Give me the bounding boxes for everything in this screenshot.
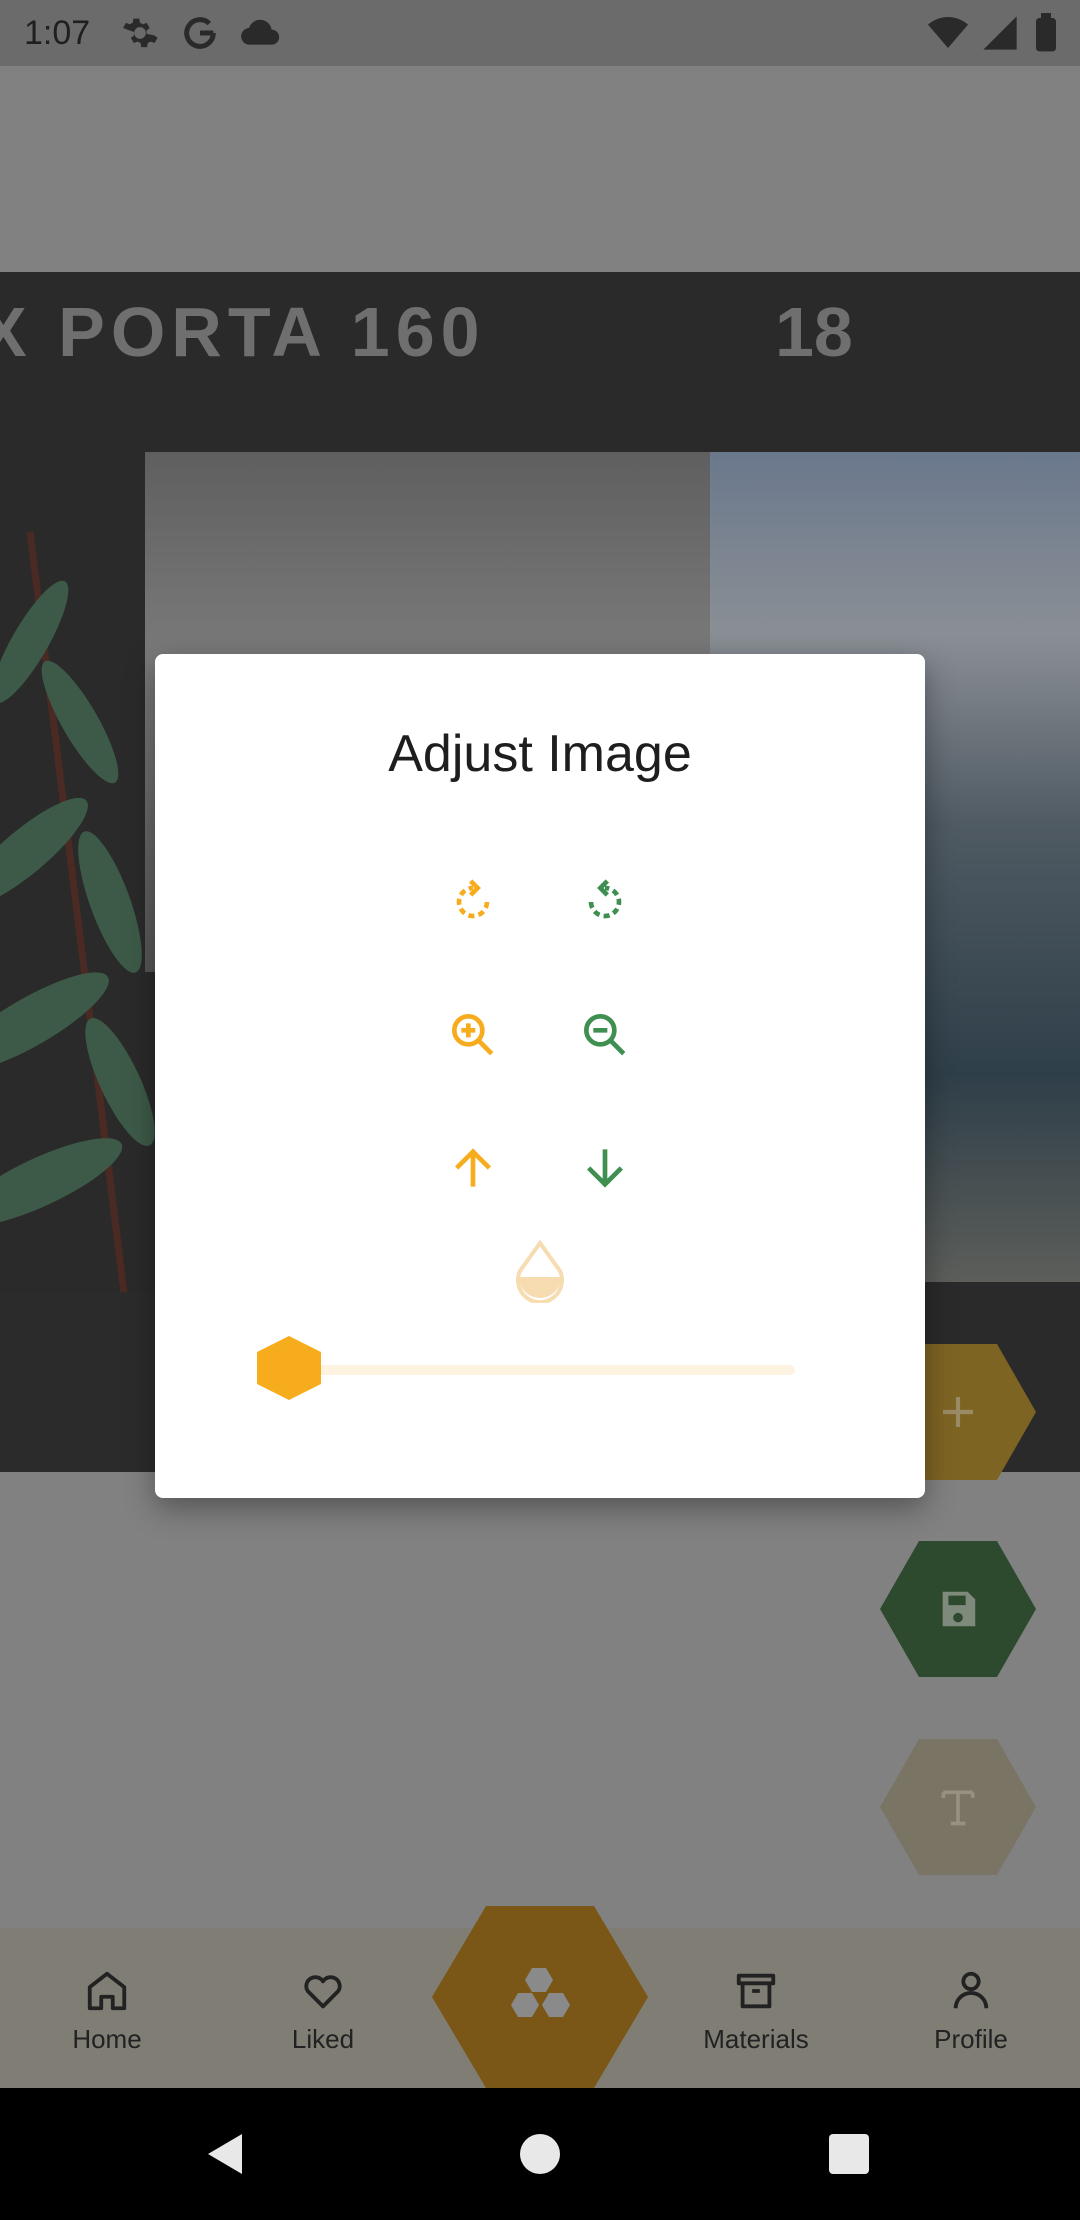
save-icon [942,1591,976,1627]
arrow-down-icon [587,1149,623,1188]
move-up-button[interactable] [433,1128,513,1208]
nav-home[interactable]: Home [27,1968,187,2055]
recents-icon[interactable] [829,2134,869,2174]
wifi-icon [928,17,968,48]
heart-icon [304,1975,342,2009]
home-icon [87,1971,127,2011]
rotate-clockwise-icon [456,879,490,919]
status-time: 1:07 [24,13,91,52]
signal-icon [983,16,1017,50]
nav-materials-label: Materials [703,2024,809,2054]
battery-icon [1036,13,1056,52]
archive-icon [736,1973,776,2009]
nav-profile-label: Profile [934,2024,1008,2054]
film-text: X PORTA 160 [0,293,486,371]
nav-materials[interactable]: Materials [676,1968,836,2055]
nav-liked-label: Liked [291,2024,355,2054]
text-icon [941,1790,975,1826]
zoom-in-icon [452,1013,494,1056]
plus-icon [943,1397,973,1427]
status-bar: 1:07 [0,0,1080,66]
cloud-icon [241,19,280,45]
system-navigation-bar [0,2088,1080,2220]
zoom-out-button[interactable] [565,995,645,1075]
adjust-image-dialog: Adjust Image [155,654,925,1498]
nav-home-label: Home [72,2024,142,2054]
nav-profile[interactable]: Profile [891,1968,1051,2055]
rotate-counterclockwise-icon [588,879,622,919]
opacity-slider[interactable] [255,1334,825,1404]
slider-track [315,1365,795,1375]
rotate-clockwise-button[interactable] [433,862,513,942]
nav-liked[interactable]: Liked [243,1968,403,2055]
google-icon [184,17,217,49]
zoom-in-button[interactable] [433,995,513,1075]
leaf-image [0,531,155,1422]
person-icon [953,1971,989,2009]
home-button-icon[interactable] [520,2134,560,2174]
rotate-counterclockwise-button[interactable] [565,862,645,942]
zoom-out-icon [584,1013,626,1056]
back-icon[interactable] [206,2132,246,2176]
dialog-title: Adjust Image [388,725,692,783]
settings-icon [123,18,158,48]
opacity-drop-icon [516,1239,564,1303]
move-down-button[interactable] [565,1128,645,1208]
arrow-up-icon [455,1148,491,1187]
film-number: 18 [775,293,853,371]
slider-thumb[interactable] [257,1336,321,1400]
